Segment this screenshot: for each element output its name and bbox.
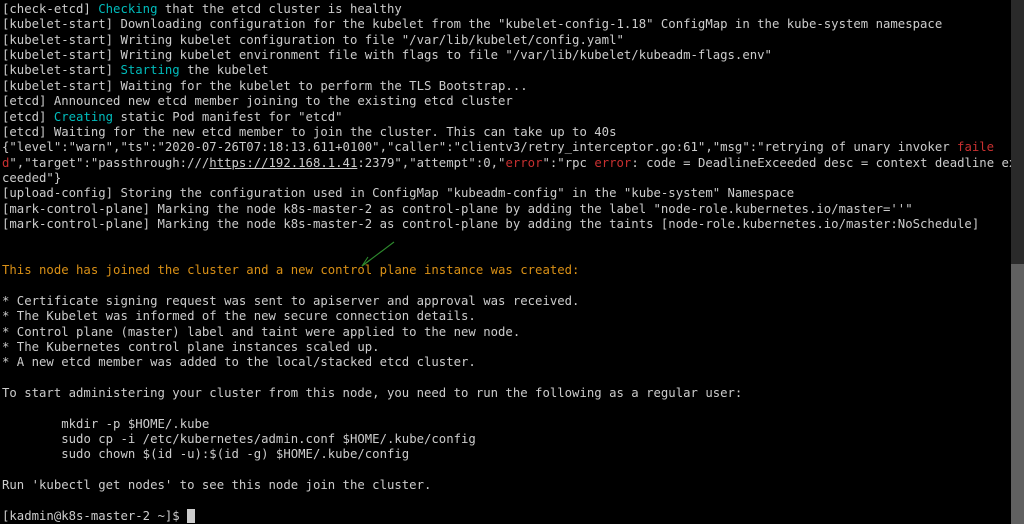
line: [kubelet-start] Writing kubelet environm… (2, 48, 772, 62)
success-message: This node has joined the cluster and a n… (2, 263, 579, 277)
line: To start administering your cluster from… (2, 386, 742, 400)
line: [kubelet-start] Downloading configuratio… (2, 17, 942, 31)
line: [etcd] Creating static Pod manifest for … (2, 110, 343, 124)
line: sudo chown $(id -u):$(id -g) $HOME/.kube… (2, 447, 409, 461)
prompt: [kadmin@k8s-master-2 ~]$ (2, 509, 187, 523)
line: [kubelet-start] Starting the kubelet (2, 63, 269, 77)
line: {"level":"warn","ts":"2020-07-26T07:18:1… (2, 140, 1016, 185)
line: Run 'kubectl get nodes' to see this node… (2, 478, 431, 492)
line: [upload-config] Storing the configuratio… (2, 186, 794, 200)
line: * Certificate signing request was sent t… (2, 294, 579, 308)
cursor (187, 509, 195, 523)
line: mkdir -p $HOME/.kube (2, 417, 209, 431)
line: [check-etcd] Checking that the etcd clus… (2, 2, 402, 16)
line: * The Kubelet was informed of the new se… (2, 309, 476, 323)
line: [etcd] Announced new etcd member joining… (2, 94, 513, 108)
line: [kubelet-start] Writing kubelet configur… (2, 33, 624, 47)
line: [mark-control-plane] Marking the node k8… (2, 217, 979, 231)
line: sudo cp -i /etc/kubernetes/admin.conf $H… (2, 432, 476, 446)
line: * Control plane (master) label and taint… (2, 325, 520, 339)
line: * The Kubernetes control plane instances… (2, 340, 380, 354)
line: [etcd] Waiting for the new etcd member t… (2, 125, 616, 139)
terminal-output[interactable]: [check-etcd] Checking that the etcd clus… (0, 0, 1024, 524)
line: [mark-control-plane] Marking the node k8… (2, 202, 913, 216)
line: * A new etcd member was added to the loc… (2, 355, 476, 369)
scrollbar-thumb[interactable] (1011, 264, 1024, 524)
line: [kubelet-start] Waiting for the kubelet … (2, 79, 528, 93)
